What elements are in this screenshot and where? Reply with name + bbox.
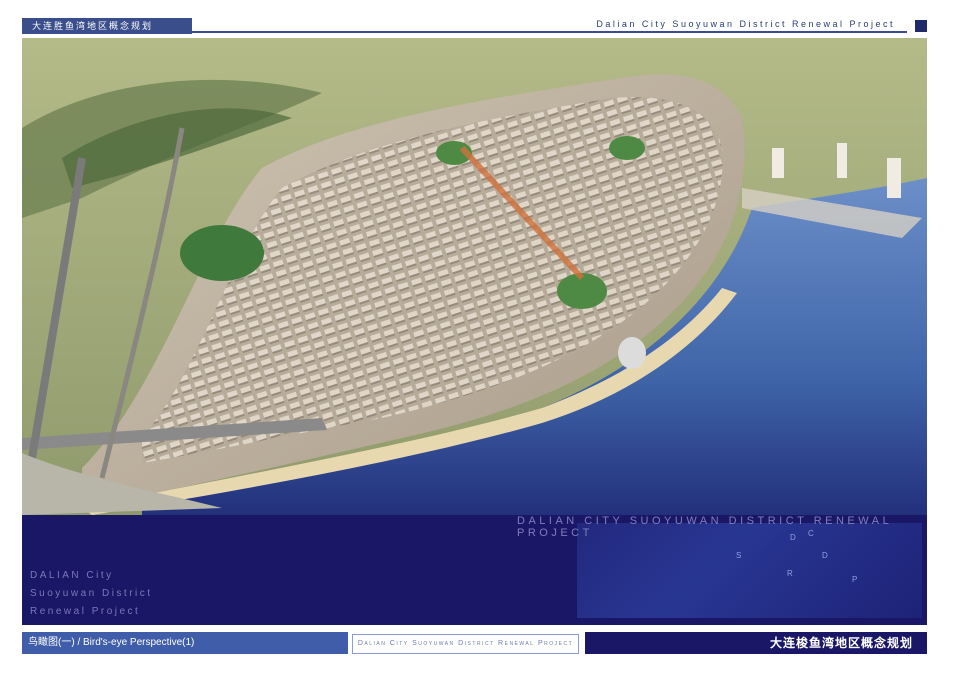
- header-left-tag: 大连胜鱼湾地区概念规划: [22, 18, 192, 34]
- birds-eye-rendering: [22, 38, 927, 515]
- header-project-title: Dalian City Suoyuwan District Renewal Pr…: [590, 19, 901, 29]
- header-square-mark: [915, 20, 927, 32]
- band-project-title: DALIAN CITY SUOYUWAN DISTRICT RENEWAL PR…: [517, 515, 892, 539]
- side-line-3: Renewal Project: [30, 606, 141, 617]
- circular-park: [180, 225, 264, 281]
- letter: C: [808, 529, 814, 538]
- perspective-caption: 鸟瞰图(一) / Bird's-eye Perspective(1): [22, 632, 348, 654]
- waterfront-landmark: [618, 337, 646, 369]
- letter: P: [852, 575, 858, 584]
- header-divider-line: [192, 31, 907, 33]
- side-line-2: Suoyuwan District: [30, 588, 153, 599]
- aerial-city-illustration: [22, 38, 927, 515]
- letter: S: [736, 551, 742, 560]
- footer-project-name: Dalian City Suoyuwan District Renewal Pr…: [352, 634, 579, 654]
- footer-bar: 鸟瞰图(一) / Bird's-eye Perspective(1) Dalia…: [22, 632, 927, 654]
- top-header-bar: 大连胜鱼湾地区概念规划 Dalian City Suoyuwan Distric…: [22, 18, 927, 34]
- letter: R: [787, 569, 793, 578]
- letter: D: [790, 533, 796, 542]
- footer-chinese-title: 大连梭鱼湾地区概念规划: [585, 632, 927, 654]
- band-side-text: DALIAN City Suoyuwan District Renewal Pr…: [30, 567, 153, 621]
- letter: D: [822, 551, 828, 560]
- side-line-1: DALIAN City: [30, 570, 114, 581]
- project-title-band: DALIAN CITY SUOYUWAN DISTRICT RENEWAL PR…: [22, 515, 927, 625]
